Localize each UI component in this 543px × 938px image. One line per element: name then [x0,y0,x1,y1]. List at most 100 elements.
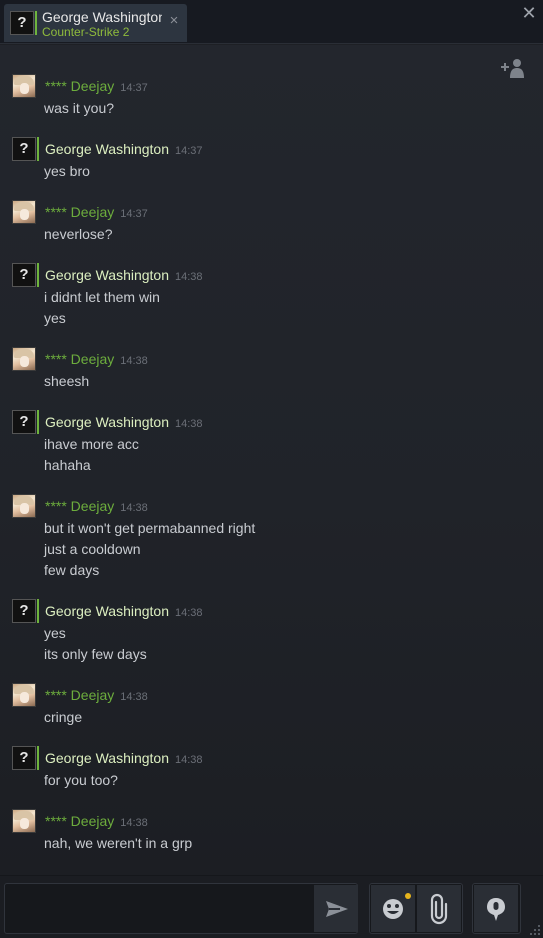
sender-name[interactable]: **** Deejay [45,78,114,94]
avatar[interactable]: ? [12,599,39,623]
sender-name[interactable]: George Washington [45,603,169,619]
message-header: **** Deejay 14:38 [45,813,148,829]
message-line: just a cooldown [44,541,141,557]
chat-message: **** Deejay 14:38 but it won't get permaba… [12,494,512,581]
tab-bar: ? George Washington Counter-Strike 2 × ✕ [0,0,543,44]
timestamp: 14:37 [175,145,203,157]
chat-message: **** Deejay 14:38 nah, we weren't in a grp [12,809,512,854]
tab-game-status: Counter-Strike 2 [42,25,130,39]
timestamp: 14:38 [120,691,148,703]
message-line: sheesh [44,373,90,389]
message-header: **** Deejay 14:37 [45,78,148,94]
message-line: but it won't get permabanned right [44,520,256,536]
message-line: i didnt let them win [44,289,160,305]
sender-name[interactable]: **** Deejay [45,813,114,829]
message-header: **** Deejay 14:38 [45,351,148,367]
sender-name[interactable]: George Washington [45,750,169,766]
send-arrow-icon [326,901,348,917]
chat-message: **** Deejay 14:37 was it you? [12,74,512,119]
message-header: **** Deejay 14:37 [45,204,148,220]
message-header: **** Deejay 14:38 [45,498,148,514]
chat-window: ? George Washington Counter-Strike 2 × ✕… [0,0,543,938]
voice-chat-button[interactable] [474,885,518,932]
message-line: yes [44,625,66,641]
message-input[interactable] [5,884,313,933]
attach-button[interactable] [417,885,461,932]
chat-message: **** Deejay 14:37 neverlose? [12,200,512,245]
message-box [4,883,358,934]
avatar[interactable]: ? [12,410,39,434]
message-body: yes its only few days [44,623,147,665]
send-button[interactable] [314,885,358,932]
sender-name[interactable]: George Washington [45,141,169,157]
message-body: for you too? [44,770,118,791]
timestamp: 14:38 [175,418,203,430]
avatar[interactable] [12,347,36,371]
timestamp: 14:38 [175,271,203,283]
sender-name[interactable]: **** Deejay [45,204,114,220]
message-header: **** Deejay 14:38 [45,687,148,703]
chat-message: ? George Washington 14:38 i didnt let them … [12,263,512,329]
avatar[interactable]: ? [12,137,39,161]
sender-name[interactable]: George Washington [45,414,169,430]
emoji-button[interactable] [371,885,415,932]
avatar: ? [10,11,37,35]
message-body: yes bro [44,161,90,182]
avatar[interactable]: ? [12,263,39,287]
message-line: cringe [44,709,83,725]
avatar[interactable] [12,200,36,224]
tab-friend-name: George Washington [42,9,162,25]
chat-message: **** Deejay 14:38 cringe [12,683,512,728]
sender-name[interactable]: **** Deejay [45,351,114,367]
message-line: hahaha [44,457,91,473]
message-header: George Washington 14:38 [45,414,203,430]
paperclip-icon [430,893,448,925]
chat-message: **** Deejay 14:38 sheesh [12,347,512,392]
sender-name[interactable]: George Washington [45,267,169,283]
message-header: George Washington 14:38 [45,750,203,766]
message-body: neverlose? [44,224,113,245]
timestamp: 14:37 [120,208,148,220]
message-body: but it won't get permabanned right just a… [44,518,255,581]
sender-name[interactable]: **** Deejay [45,498,114,514]
message-line: few days [44,562,100,578]
message-body: i didnt let them win yes [44,287,160,329]
timestamp: 14:38 [120,502,148,514]
message-body: sheesh [44,371,89,392]
chat-log[interactable]: **** Deejay 14:37 was it you?? George Washi… [0,45,543,875]
message-header: George Washington 14:38 [45,603,203,619]
avatar[interactable] [12,494,36,518]
message-body: nah, we weren't in a grp [44,833,192,854]
timestamp: 14:38 [120,355,148,367]
message-header: George Washington 14:37 [45,141,203,157]
voice-chat-icon [487,898,505,921]
timestamp: 14:38 [120,817,148,829]
message-line: neverlose? [44,226,113,242]
window-close-icon[interactable]: ✕ [521,4,537,22]
avatar[interactable] [12,74,36,98]
chat-message: ? George Washington 14:37 yes bro [12,137,512,182]
message-line: ihave more acc [44,436,139,452]
tab-close-icon[interactable]: × [168,13,180,28]
chat-message: ? George Washington 14:38 for you too? [12,746,512,791]
avatar[interactable]: ? [12,746,39,770]
message-body: cringe [44,707,82,728]
message-line: yes [44,310,66,326]
message-line: nah, we weren't in a grp [44,835,193,851]
emoji-attach-group [369,883,463,934]
message-header: George Washington 14:38 [45,267,203,283]
message-line: its only few days [44,646,147,662]
timestamp: 14:37 [120,82,148,94]
message-line: yes bro [44,163,90,179]
resize-grip-icon[interactable] [529,924,541,936]
avatar[interactable] [12,683,36,707]
timestamp: 14:38 [175,607,203,619]
message-line: was it you? [44,100,115,116]
message-line: for you too? [44,772,118,788]
chat-tab-george-washington[interactable]: ? George Washington Counter-Strike 2 × [4,4,187,42]
message-body: ihave more acc hahaha [44,434,139,476]
input-bar [0,875,543,938]
chat-message: ? George Washington 14:38 ihave more acc hah… [12,410,512,476]
sender-name[interactable]: **** Deejay [45,687,114,703]
avatar[interactable] [12,809,36,833]
